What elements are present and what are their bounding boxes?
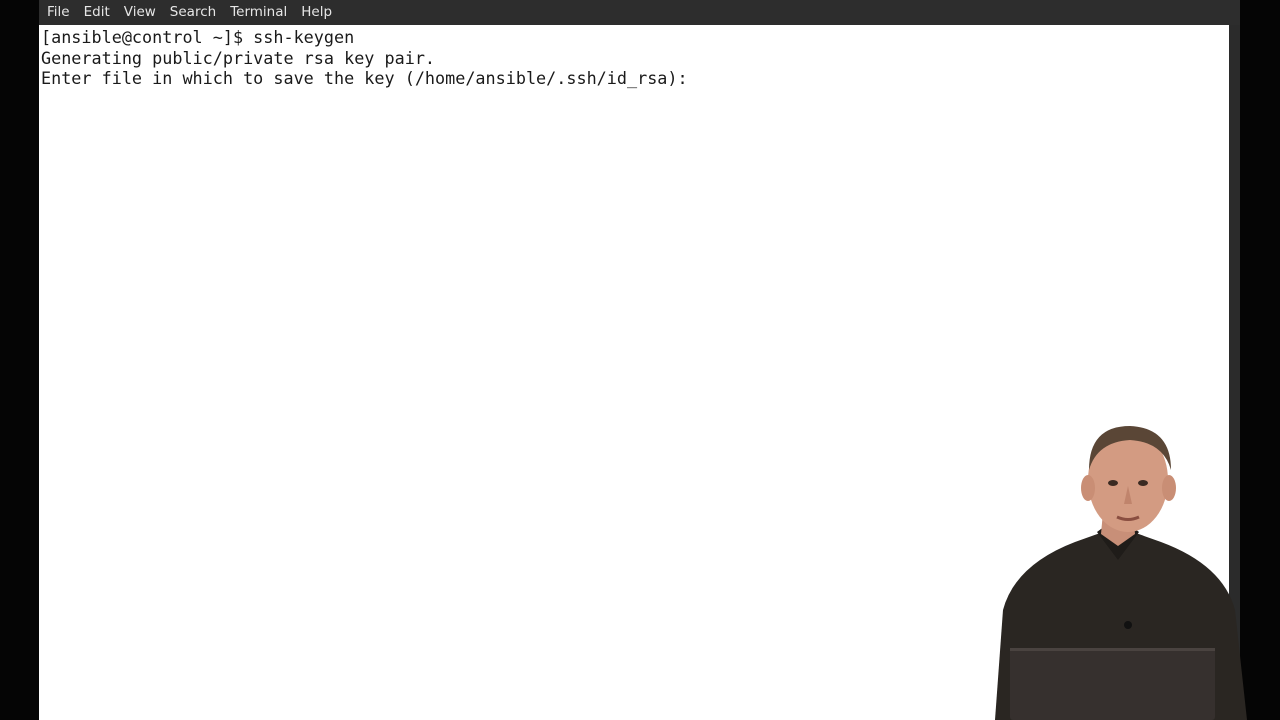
presenter-ear-right — [1162, 475, 1176, 501]
menu-terminal[interactable]: Terminal — [223, 0, 294, 25]
presenter-video-overlay — [995, 426, 1247, 720]
menu-edit[interactable]: Edit — [77, 0, 117, 25]
menu-search[interactable]: Search — [163, 0, 223, 25]
menu-file[interactable]: File — [40, 0, 77, 25]
left-letterbox — [0, 0, 39, 720]
menu-view[interactable]: View — [117, 0, 163, 25]
presenter-eye-right — [1138, 480, 1148, 486]
terminal-lines: [ansible@control ~]$ ssh-keygen Generati… — [41, 27, 698, 89]
menu-help[interactable]: Help — [294, 0, 339, 25]
presenter-laptop — [1010, 648, 1215, 720]
presenter-ear-left — [1081, 475, 1095, 501]
terminal-line-prompt: [ansible@control ~]$ ssh-keygen — [41, 27, 355, 47]
presenter-microphone — [1124, 621, 1132, 629]
video-frame: File Edit View Search Terminal Help [ans… — [0, 0, 1280, 720]
presenter-eye-left — [1108, 480, 1118, 486]
terminal-line-generating: Generating public/private rsa key pair. — [41, 47, 436, 68]
menu-bar: File Edit View Search Terminal Help — [39, 0, 1240, 25]
terminal-line-enter-file: Enter file in which to save the key (/ho… — [41, 68, 698, 88]
presenter-laptop-edge — [1010, 648, 1215, 651]
